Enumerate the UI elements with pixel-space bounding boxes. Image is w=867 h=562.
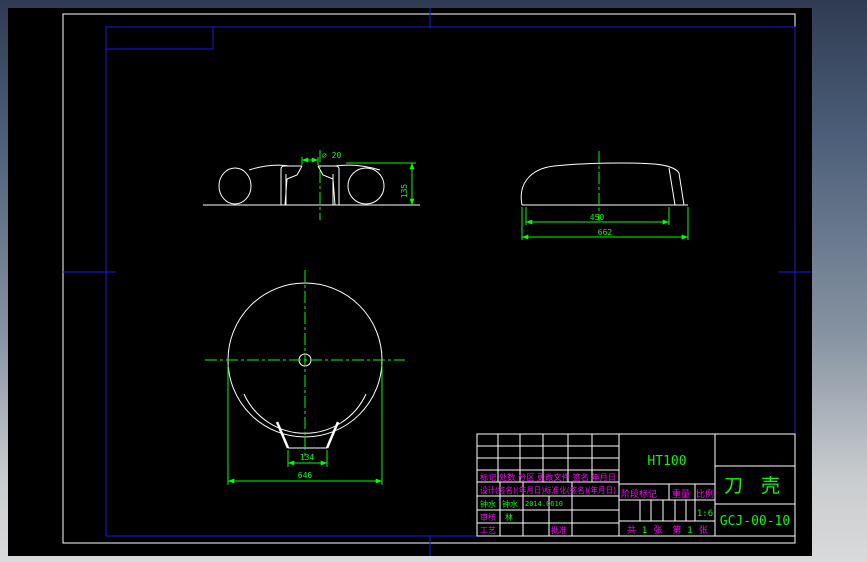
bottom-dim-inner-text: 134 bbox=[300, 453, 315, 462]
material-value: HT100 bbox=[647, 454, 686, 469]
sheet-index-value: 1 bbox=[687, 526, 693, 536]
border-corner-box bbox=[105, 26, 214, 50]
sheet-total-label: 共 bbox=[627, 525, 636, 536]
side-dim-outer-text: 662 bbox=[598, 228, 613, 237]
title-block: 标记 处数 分区 更改文件 签名 年月日 设计(签名)(年月日)标准化(签名)(… bbox=[476, 433, 796, 537]
front-dim-height-text: 135 bbox=[400, 184, 409, 199]
side-dim-outer: 662 bbox=[521, 207, 689, 240]
scale-value: 1:6 bbox=[697, 509, 713, 519]
drawing-sheet: ⌀ 20 135 450 662 134 646 标记 处数 分区 更改文件 签… bbox=[62, 8, 811, 556]
sheet-info: 共 1 张 第 1 张 bbox=[627, 524, 708, 536]
review-name: 林 bbox=[505, 512, 513, 522]
title-block-left-grid bbox=[477, 434, 619, 536]
front-dim-diameter-text: ⌀ 20 bbox=[322, 151, 341, 160]
bottom-dim-inner: 134 bbox=[287, 450, 328, 467]
drawing-border bbox=[105, 26, 796, 537]
weight-label: 重量 bbox=[672, 488, 690, 500]
side-dim-inner: 450 bbox=[525, 207, 670, 225]
side-dim-inner-text: 450 bbox=[590, 213, 605, 222]
sheet-unit1: 张 bbox=[654, 525, 663, 536]
side-outline bbox=[520, 162, 685, 206]
sheet-unit2: 张 bbox=[699, 525, 708, 536]
centering-marks bbox=[63, 8, 811, 556]
signature-name-1: 钟水 bbox=[480, 499, 496, 509]
signature-date: 2014.0610 bbox=[525, 500, 563, 508]
side-view: 450 662 bbox=[520, 151, 689, 240]
process-label: 工艺 bbox=[480, 526, 496, 535]
revision-header-row: 标记 处数 分区 更改文件 签名 年月日 bbox=[480, 472, 616, 482]
sheet-index-label: 第 bbox=[672, 524, 681, 536]
drawing-canvas[interactable]: ⌀ 20 135 450 662 134 646 标记 处数 分区 更改文件 签… bbox=[8, 8, 812, 556]
front-dim-height: 135 bbox=[346, 162, 416, 205]
front-dim-diameter: ⌀ 20 bbox=[301, 151, 341, 165]
signature-name-2: 钟水 bbox=[502, 499, 518, 509]
front-view: ⌀ 20 135 bbox=[203, 150, 420, 220]
front-hub bbox=[280, 165, 340, 206]
part-name: 刀 壳 bbox=[724, 475, 786, 497]
sheet-total-value: 1 bbox=[642, 526, 648, 536]
drawing-number: GCJ-00-10 bbox=[720, 514, 790, 529]
approve-label: 批准 bbox=[551, 525, 567, 535]
bottom-dim-outer-text: 646 bbox=[298, 471, 313, 480]
stage-label: 阶段标记 bbox=[621, 488, 657, 500]
review-label: 审核 bbox=[480, 512, 496, 522]
front-left-lobe bbox=[218, 167, 252, 205]
bottom-view: 134 646 bbox=[205, 270, 405, 485]
front-right-lobe bbox=[347, 167, 385, 205]
design-header-row: 设计(签名)(年月日)标准化(签名)(年月日) bbox=[480, 485, 616, 495]
side-lip-line bbox=[668, 167, 676, 206]
scale-label: 比例 bbox=[696, 488, 714, 500]
